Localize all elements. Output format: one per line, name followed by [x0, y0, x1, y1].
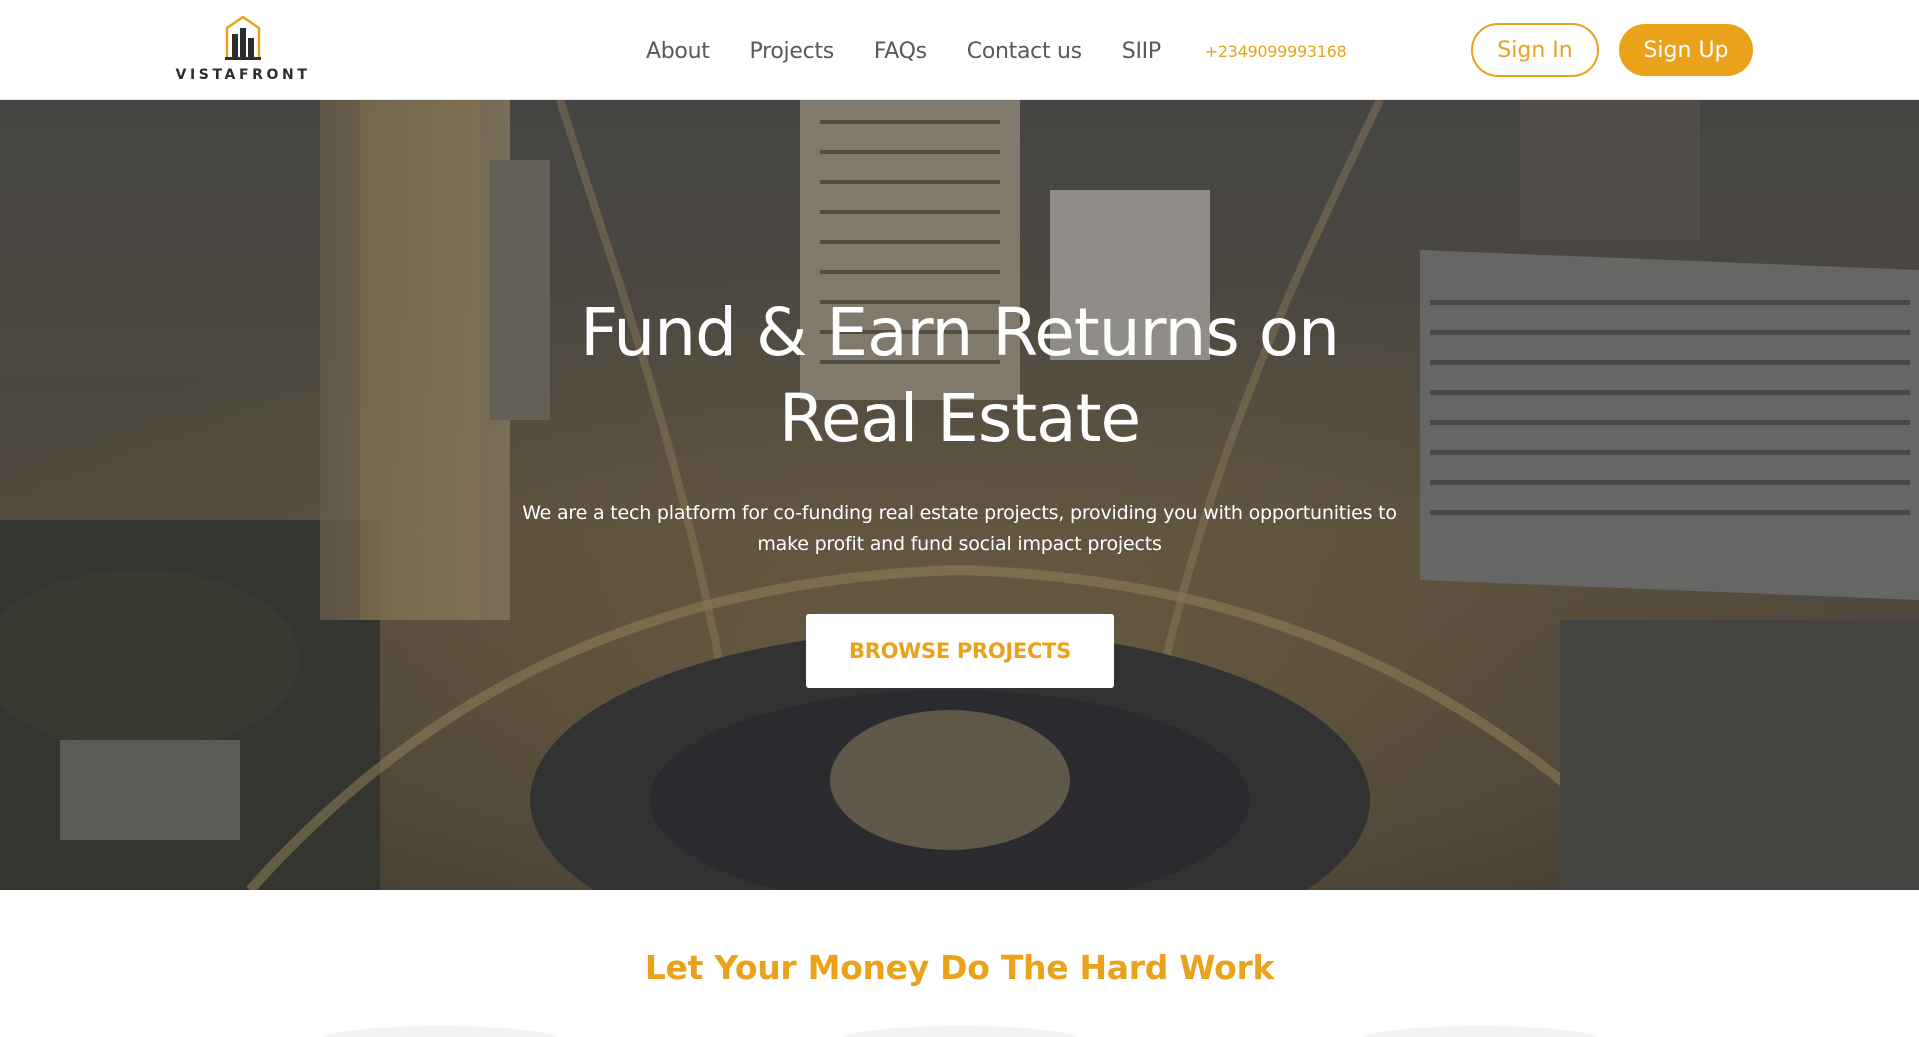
sign-in-button[interactable]: Sign In: [1471, 23, 1599, 77]
nav-about[interactable]: About: [646, 39, 710, 64]
hero-subtitle: We are a tech platform for co-funding re…: [522, 502, 1397, 555]
nav-projects[interactable]: Projects: [750, 39, 835, 64]
hero-title: Fund & Earn Returns on Real Estate: [0, 290, 1919, 462]
hero-section: Fund & Earn Returns on Real Estate We ar…: [0, 100, 1919, 890]
section-title: Let Your Money Do The Hard Work: [644, 948, 1275, 987]
hero-title-line-2: Real Estate: [778, 380, 1141, 457]
hero-title-line-1: Fund & Earn Returns on: [580, 294, 1340, 371]
feature-cards-edge: [322, 1026, 1598, 1037]
building-icon: [225, 15, 261, 60]
brand-logo[interactable]: VISTAFRONT: [166, 14, 320, 88]
nav-siip[interactable]: SIIP: [1122, 39, 1161, 64]
browse-projects-button[interactable]: BROWSE PROJECTS: [806, 614, 1114, 688]
top-navbar: VISTAFRONT About Projects FAQs Contact u…: [0, 0, 1919, 100]
hero-overlay: [0, 100, 1919, 890]
main-nav: About Projects FAQs Contact us SIIP +234…: [646, 34, 1347, 68]
sign-up-button[interactable]: Sign Up: [1619, 24, 1753, 76]
nav-faqs[interactable]: FAQs: [874, 39, 927, 64]
nav-phone-number[interactable]: +2349099993168: [1205, 42, 1347, 61]
nav-contact-us[interactable]: Contact us: [967, 39, 1082, 64]
brand-name: VISTAFRONT: [175, 67, 311, 83]
